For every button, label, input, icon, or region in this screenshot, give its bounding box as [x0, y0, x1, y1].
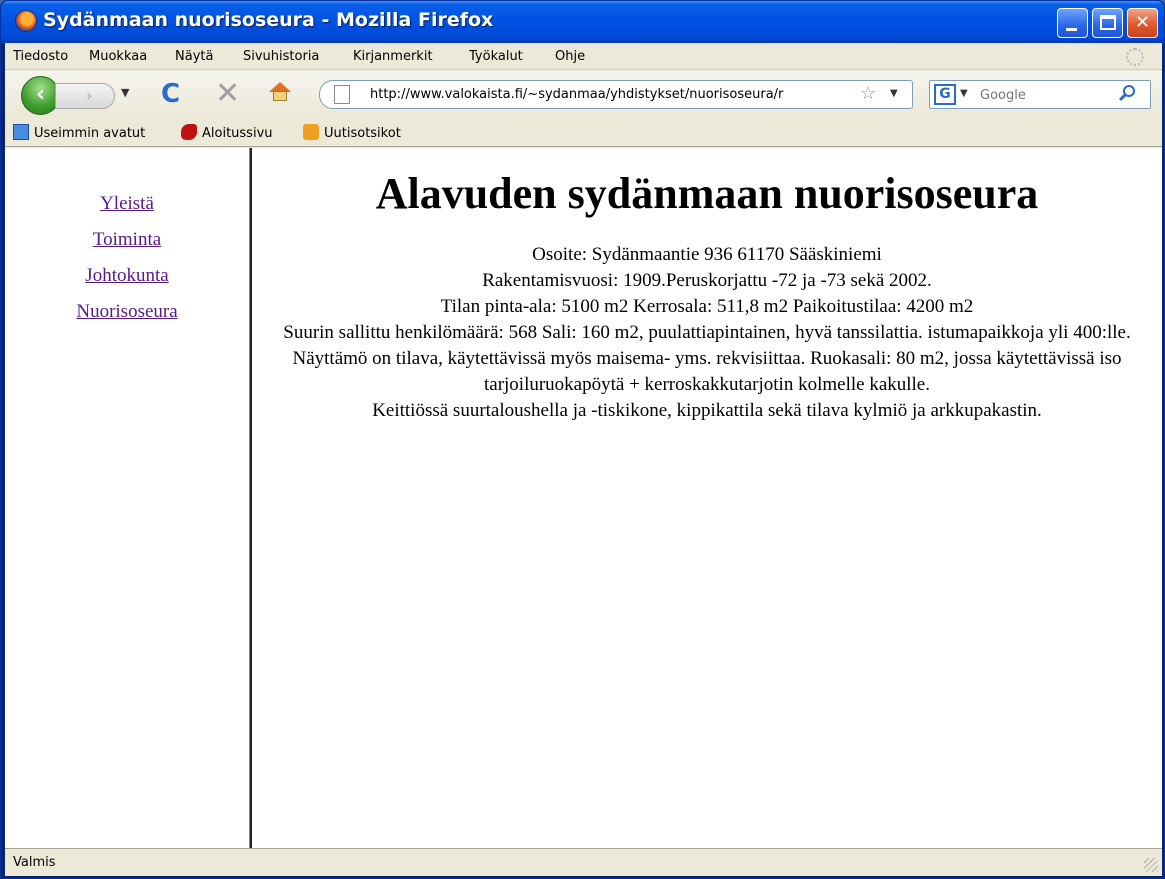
kitchen-line: Keittiössä suurtaloushella ja -tiskikone…	[372, 400, 1042, 421]
menu-edit[interactable]: Muokkaa	[89, 49, 147, 64]
most-visited-icon	[13, 124, 29, 140]
title-bar[interactable]: Sydänmaan nuorisoseura - Mozilla Firefox…	[1, 1, 1164, 43]
navigation-toolbar: ‹ › ▼ C ✕ http://www.valokaista.fi/~syda…	[5, 71, 1162, 118]
reload-icon[interactable]: C	[161, 79, 180, 109]
address-bar[interactable]: http://www.valokaista.fi/~sydanmaa/yhdis…	[319, 80, 913, 109]
firefox-bookmark-icon	[181, 124, 197, 140]
menu-tools[interactable]: Työkalut	[469, 49, 523, 64]
built-year-line: Rakentamisvuosi: 1909.Peruskorjattu -72 …	[482, 270, 932, 291]
bookmark-home-page[interactable]: Aloitussivu	[181, 124, 273, 141]
search-bar[interactable]: G ▼	[929, 80, 1151, 109]
bookmark-news-feeds[interactable]: Uutisotsikot	[303, 124, 401, 141]
page-viewport: Yleistä Toiminta Johtokunta Nuorisoseura…	[5, 148, 1162, 848]
stop-icon[interactable]: ✕	[215, 76, 240, 111]
search-engine-icon[interactable]: G	[934, 84, 956, 105]
menu-bookmarks[interactable]: Kirjanmerkit	[353, 49, 433, 64]
forward-button[interactable]: ›	[55, 83, 115, 109]
client-area: Tiedosto Muokkaa Näytä Sivuhistoria Kirj…	[5, 43, 1162, 876]
firefox-logo-icon	[15, 10, 37, 32]
bookmarks-toolbar: Useimmin avatut Aloitussivu Uutisotsikot	[5, 119, 1162, 147]
menu-view[interactable]: Näytä	[175, 49, 213, 64]
home-icon[interactable]	[269, 82, 291, 102]
menu-bar: Tiedosto Muokkaa Näytä Sivuhistoria Kirj…	[5, 43, 1162, 70]
window-title: Sydänmaan nuorisoseura - Mozilla Firefox	[43, 9, 494, 31]
nav-link-activities[interactable]: Toiminta	[5, 222, 249, 258]
bookmark-label: Aloitussivu	[202, 126, 273, 141]
minimize-icon	[1066, 28, 1077, 31]
bookmark-star-icon[interactable]: ☆	[860, 83, 876, 104]
capacity-paragraph: Suurin sallittu henkilömäärä: 568 Sali: …	[283, 322, 1131, 395]
forward-arrow-icon: ›	[86, 86, 93, 105]
menu-help[interactable]: Ohje	[555, 49, 585, 64]
nav-link-board[interactable]: Johtokunta	[5, 258, 249, 294]
search-engine-dropdown-icon[interactable]: ▼	[960, 88, 968, 99]
browser-window: Sydänmaan nuorisoseura - Mozilla Firefox…	[0, 0, 1165, 879]
maximize-icon	[1100, 15, 1116, 30]
page-title: Alavuden sydänmaan nuorisoseura	[375, 169, 1039, 218]
bookmark-label: Uutisotsikot	[324, 126, 401, 141]
navigation-frame: Yleistä Toiminta Johtokunta Nuorisoseura	[5, 148, 249, 848]
throbber-icon	[1126, 48, 1144, 66]
content-frame: Alavuden sydänmaan nuorisoseura Osoite: …	[252, 148, 1162, 848]
info-block: Osoite: Sydänmaantie 936 61170 Sääskinie…	[252, 242, 1162, 424]
magnifier-handle	[1118, 93, 1127, 102]
page-icon	[334, 85, 350, 104]
search-input[interactable]	[980, 85, 1110, 105]
area-line: Tilan pinta-ala: 5100 m2 Kerrosala: 511,…	[440, 296, 974, 317]
maximize-button[interactable]	[1092, 8, 1123, 38]
bookmark-label: Useimmin avatut	[34, 126, 146, 141]
home-body	[273, 91, 287, 101]
menu-file[interactable]: Tiedosto	[13, 49, 68, 64]
url-dropdown-icon[interactable]: ▼	[890, 88, 898, 99]
bookmark-most-visited[interactable]: Useimmin avatut	[13, 124, 145, 141]
rss-icon	[303, 124, 319, 140]
minimize-button[interactable]	[1057, 8, 1088, 38]
search-icon[interactable]	[1118, 83, 1140, 105]
back-arrow-icon: ‹	[35, 82, 46, 107]
resize-grip[interactable]	[1144, 858, 1158, 872]
nav-link-general[interactable]: Yleistä	[5, 186, 249, 222]
status-bar: Valmis	[5, 848, 1162, 876]
status-text: Valmis	[13, 855, 56, 870]
close-icon: ✕	[1134, 12, 1151, 33]
address-line: Osoite: Sydänmaantie 936 61170 Sääskinie…	[532, 244, 882, 265]
nav-links: Yleistä Toiminta Johtokunta Nuorisoseura	[5, 186, 249, 330]
url-input[interactable]: http://www.valokaista.fi/~sydanmaa/yhdis…	[370, 87, 856, 102]
close-button[interactable]: ✕	[1127, 8, 1158, 38]
menu-history[interactable]: Sivuhistoria	[243, 49, 319, 64]
nav-link-youth-club[interactable]: Nuorisoseura	[5, 294, 249, 330]
history-dropdown-icon[interactable]: ▼	[121, 86, 129, 99]
